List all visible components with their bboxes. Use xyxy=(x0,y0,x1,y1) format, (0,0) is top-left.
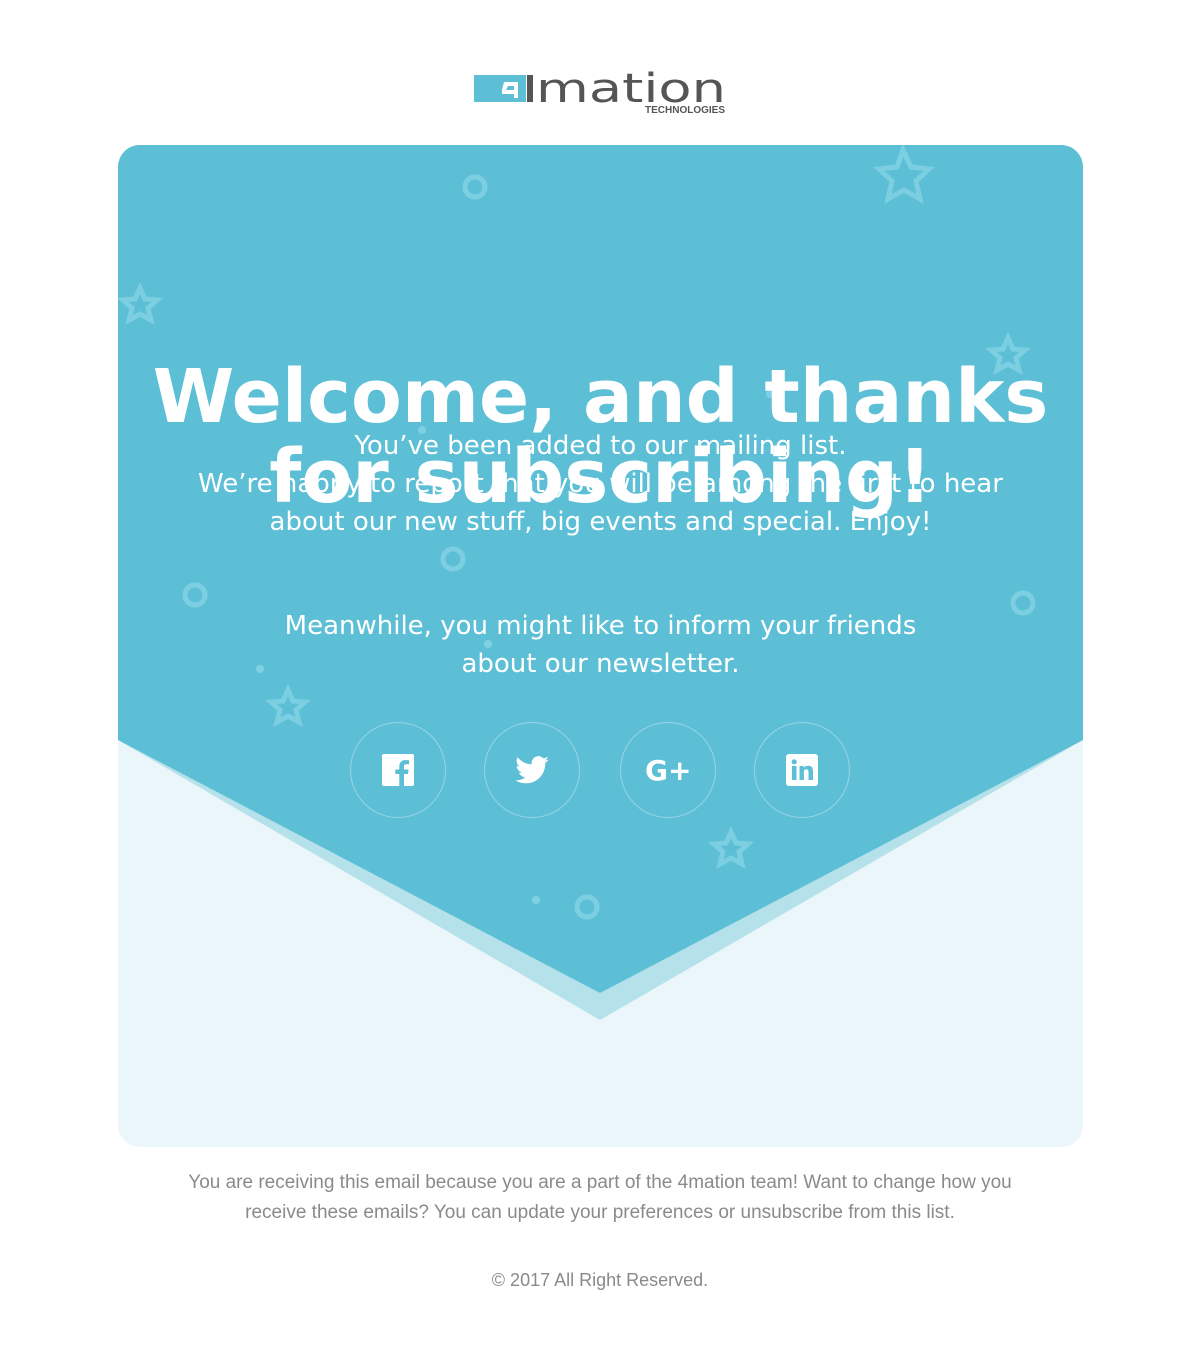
intro-text: You’ve been added to our mailing list. W… xyxy=(118,427,1083,541)
share-line: about our newsletter. xyxy=(461,649,740,679)
twitter-icon xyxy=(515,756,549,784)
google-plus-button[interactable]: G+ xyxy=(620,722,716,818)
facebook-icon xyxy=(382,754,414,786)
svg-text:TECHNOLOGIES: TECHNOLOGIES xyxy=(645,105,725,116)
share-line: Meanwhile, you might like to inform your… xyxy=(284,611,917,641)
intro-line: We’re happy to report that you will be a… xyxy=(198,469,1003,499)
welcome-card: Welcome, and thanks for subscribing! You… xyxy=(118,145,1083,1147)
facebook-button[interactable] xyxy=(350,722,446,818)
footer-line: You are receiving this email because you… xyxy=(188,1172,1012,1193)
share-text: Meanwhile, you might like to inform your… xyxy=(118,607,1083,683)
linkedin-icon xyxy=(786,754,818,786)
intro-line: You’ve been added to our mailing list. xyxy=(354,431,847,461)
footer-line: receive these emails? You can update you… xyxy=(245,1202,955,1223)
logo: mation TECHNOLOGIES xyxy=(474,66,726,116)
google-plus-icon: G+ xyxy=(645,756,691,784)
svg-text:G+: G+ xyxy=(645,756,691,784)
twitter-button[interactable] xyxy=(484,722,580,818)
copyright: © 2017 All Right Reserved. xyxy=(491,1270,709,1290)
title-line: Welcome, and thanks xyxy=(152,354,1049,440)
linkedin-button[interactable] xyxy=(754,722,850,818)
footer-notice: You are receiving this email because you… xyxy=(100,1168,1100,1228)
intro-line: about our new stuff, big events and spec… xyxy=(269,507,932,537)
